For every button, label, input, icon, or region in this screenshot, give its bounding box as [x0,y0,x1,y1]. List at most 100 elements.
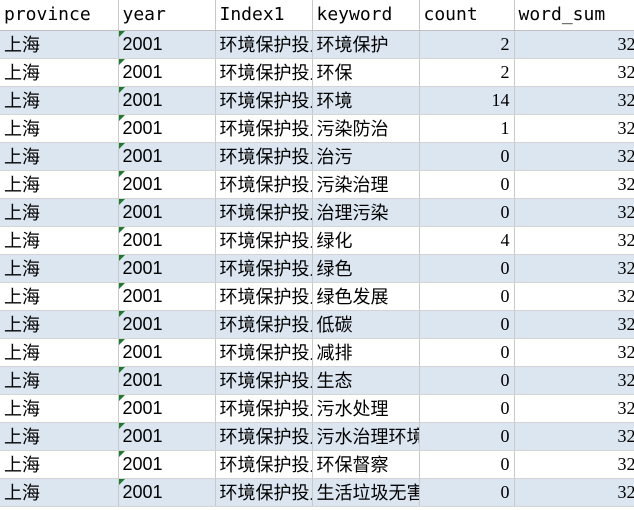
cell-word-sum[interactable]: 3244 [514,310,634,339]
cell-keyword[interactable]: 环境 [312,86,420,115]
cell-year[interactable]: 2001 [118,30,216,59]
cell-word-sum[interactable]: 3244 [514,282,634,311]
cell-count[interactable]: 0 [419,478,515,507]
cell-index1[interactable]: 环境保护投入 [215,30,313,59]
cell-count[interactable]: 0 [419,142,515,171]
cell-index1[interactable]: 环境保护投入 [215,86,313,115]
cell-province[interactable]: 上海 [0,338,119,367]
cell-count[interactable]: 0 [419,198,515,227]
cell-count[interactable]: 0 [419,450,515,479]
cell-keyword[interactable]: 治污 [312,142,420,171]
cell-year[interactable]: 2001 [118,226,216,255]
cell-year[interactable]: 2001 [118,114,216,143]
cell-count[interactable]: 0 [419,310,515,339]
cell-year[interactable]: 2001 [118,170,216,199]
cell-count[interactable]: 2 [419,30,515,59]
cell-keyword[interactable]: 治理污染 [312,198,420,227]
cell-year[interactable]: 2001 [118,58,216,87]
cell-year[interactable]: 2001 [118,366,216,395]
cell-province[interactable]: 上海 [0,114,119,143]
cell-province[interactable]: 上海 [0,450,119,479]
cell-count[interactable]: 0 [419,422,515,451]
cell-count[interactable]: 0 [419,254,515,283]
header-word-sum[interactable]: word_sum [514,0,634,31]
cell-index1[interactable]: 环境保护投入 [215,198,313,227]
header-keyword[interactable]: keyword [312,0,420,31]
cell-province[interactable]: 上海 [0,226,119,255]
cell-province[interactable]: 上海 [0,58,119,87]
cell-count[interactable]: 0 [419,394,515,423]
cell-keyword[interactable]: 环境保护 [312,30,420,59]
cell-index1[interactable]: 环境保护投入 [215,58,313,87]
cell-index1[interactable]: 环境保护投入 [215,282,313,311]
cell-keyword[interactable]: 生态 [312,366,420,395]
cell-province[interactable]: 上海 [0,366,119,395]
cell-word-sum[interactable]: 3244 [514,86,634,115]
cell-word-sum[interactable]: 3244 [514,338,634,367]
cell-word-sum[interactable]: 3244 [514,226,634,255]
cell-province[interactable]: 上海 [0,478,119,507]
cell-index1[interactable]: 环境保护投入 [215,226,313,255]
cell-year[interactable]: 2001 [118,478,216,507]
cell-province[interactable]: 上海 [0,282,119,311]
cell-word-sum[interactable]: 3244 [514,254,634,283]
cell-index1[interactable]: 环境保护投入 [215,450,313,479]
cell-province[interactable]: 上海 [0,422,119,451]
cell-province[interactable]: 上海 [0,254,119,283]
cell-keyword[interactable]: 绿化 [312,226,420,255]
cell-keyword[interactable]: 污水治理环境 [312,422,420,451]
cell-province[interactable]: 上海 [0,30,119,59]
cell-year[interactable]: 2001 [118,422,216,451]
cell-keyword[interactable]: 污染治理 [312,170,420,199]
cell-year[interactable]: 2001 [118,282,216,311]
cell-count[interactable]: 0 [419,282,515,311]
cell-province[interactable]: 上海 [0,310,119,339]
cell-year[interactable]: 2001 [118,450,216,479]
cell-word-sum[interactable]: 3244 [514,58,634,87]
cell-word-sum[interactable]: 3244 [514,422,634,451]
cell-index1[interactable]: 环境保护投入 [215,422,313,451]
cell-keyword[interactable]: 低碳 [312,310,420,339]
cell-word-sum[interactable]: 3244 [514,170,634,199]
cell-year[interactable]: 2001 [118,86,216,115]
cell-keyword[interactable]: 绿色 [312,254,420,283]
cell-count[interactable]: 2 [419,58,515,87]
cell-year[interactable]: 2001 [118,310,216,339]
cell-count[interactable]: 0 [419,170,515,199]
header-index1[interactable]: Index1 [215,0,313,31]
cell-index1[interactable]: 环境保护投入 [215,366,313,395]
cell-keyword[interactable]: 环保督察 [312,450,420,479]
header-count[interactable]: count [419,0,515,31]
cell-word-sum[interactable]: 3244 [514,478,634,507]
cell-index1[interactable]: 环境保护投入 [215,254,313,283]
cell-index1[interactable]: 环境保护投入 [215,170,313,199]
cell-year[interactable]: 2001 [118,142,216,171]
cell-keyword[interactable]: 生活垃圾无害化 [312,478,420,507]
cell-word-sum[interactable]: 3244 [514,198,634,227]
cell-count[interactable]: 4 [419,226,515,255]
header-year[interactable]: year [118,0,216,31]
cell-word-sum[interactable]: 3244 [514,450,634,479]
header-province[interactable]: province [0,0,119,31]
cell-keyword[interactable]: 污水处理 [312,394,420,423]
cell-count[interactable]: 1 [419,114,515,143]
cell-province[interactable]: 上海 [0,198,119,227]
cell-index1[interactable]: 环境保护投入 [215,310,313,339]
cell-year[interactable]: 2001 [118,254,216,283]
cell-province[interactable]: 上海 [0,86,119,115]
cell-word-sum[interactable]: 3244 [514,366,634,395]
cell-index1[interactable]: 环境保护投入 [215,478,313,507]
cell-word-sum[interactable]: 3244 [514,394,634,423]
cell-index1[interactable]: 环境保护投入 [215,142,313,171]
cell-keyword[interactable]: 减排 [312,338,420,367]
cell-word-sum[interactable]: 3244 [514,114,634,143]
cell-keyword[interactable]: 污染防治 [312,114,420,143]
cell-province[interactable]: 上海 [0,170,119,199]
cell-keyword[interactable]: 绿色发展 [312,282,420,311]
cell-keyword[interactable]: 环保 [312,58,420,87]
cell-index1[interactable]: 环境保护投入 [215,114,313,143]
cell-province[interactable]: 上海 [0,394,119,423]
cell-year[interactable]: 2001 [118,198,216,227]
cell-year[interactable]: 2001 [118,394,216,423]
cell-index1[interactable]: 环境保护投入 [215,338,313,367]
